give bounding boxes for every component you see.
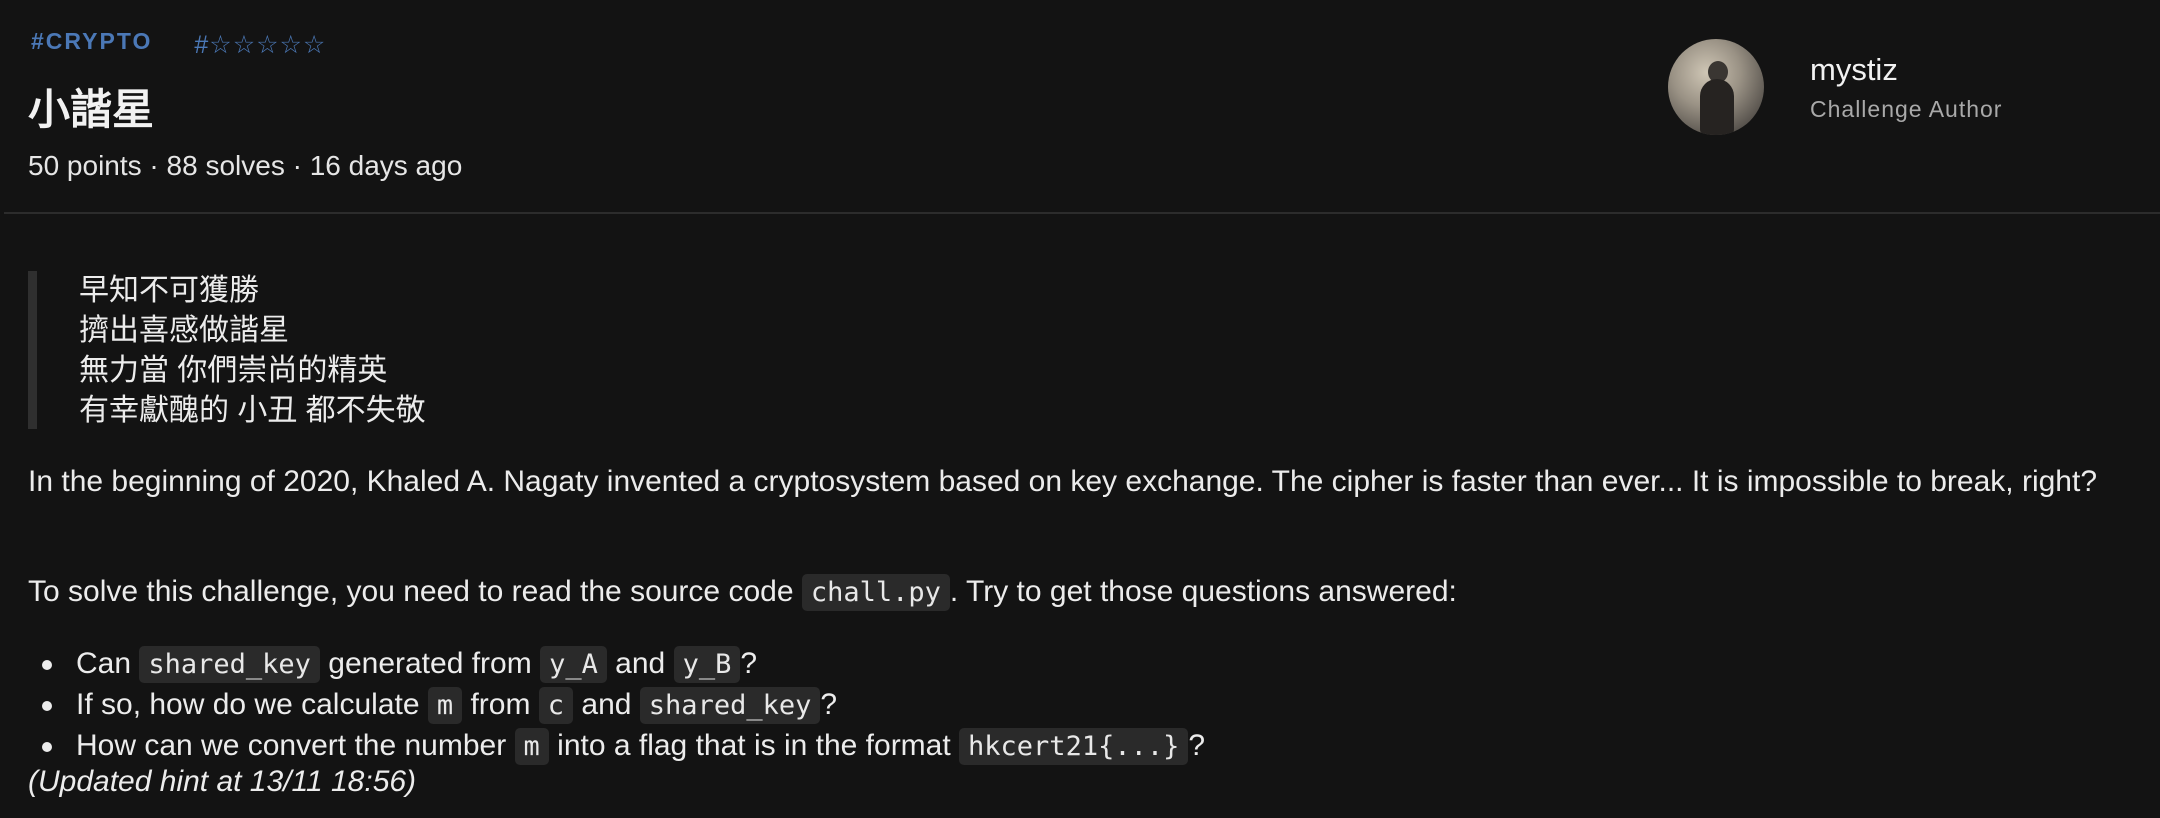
tag-list: #CRYPTO #☆☆☆☆☆	[31, 28, 326, 60]
inline-code: m	[427, 687, 463, 724]
divider	[4, 212, 2160, 214]
avatar[interactable]	[1668, 39, 1764, 135]
challenge-meta: 50 points · 88 solves · 16 days ago	[28, 150, 463, 181]
updated-hint: (Updated hint at 13/11 18:56)	[28, 765, 417, 798]
quote-line: 無力當 你們崇尚的精英	[79, 354, 388, 387]
inline-code: y_A	[540, 646, 607, 683]
inline-code: shared_key	[139, 646, 320, 683]
author-role: Challenge Author	[1810, 95, 2003, 122]
inline-code: m	[514, 728, 549, 765]
quote-line: 擠出喜感做諧星	[79, 314, 289, 347]
question-list: Can shared_key generated from y_A and y_…	[28, 644, 1205, 767]
quote-line: 有幸獻醜的 小丑 都不失敬	[79, 394, 426, 427]
inline-code: c	[538, 687, 574, 724]
list-item: If so, how do we calculate m from c and …	[28, 685, 1205, 726]
list-item: How can we convert the number m into a f…	[28, 726, 1205, 767]
tag-difficulty[interactable]: #☆☆☆☆☆	[194, 30, 326, 60]
tag-crypto[interactable]: #CRYPTO	[31, 28, 152, 60]
author-card[interactable]: mystiz Challenge Author	[1668, 39, 2002, 135]
inline-code: shared_key	[639, 687, 821, 724]
text: . Try to get those questions answered:	[949, 575, 1457, 608]
quote-line: 早知不可獲勝	[79, 274, 259, 307]
instructions-paragraph: To solve this challenge, you need to rea…	[28, 572, 1457, 613]
text: To solve this challenge, you need to rea…	[28, 575, 802, 608]
blockquote: 早知不可獲勝 擠出喜感做諧星 無力當 你們崇尚的精英 有幸獻醜的 小丑 都不失敬	[28, 271, 426, 429]
list-item: Can shared_key generated from y_A and y_…	[28, 644, 1205, 685]
inline-code: y_B	[673, 646, 741, 683]
inline-code: hkcert21{...}	[959, 728, 1189, 765]
inline-code: chall.py	[801, 574, 950, 611]
author-name[interactable]: mystiz	[1810, 52, 2002, 88]
description-paragraph: In the beginning of 2020, Khaled A. Naga…	[28, 465, 2098, 498]
challenge-title: 小諧星	[28, 86, 155, 133]
